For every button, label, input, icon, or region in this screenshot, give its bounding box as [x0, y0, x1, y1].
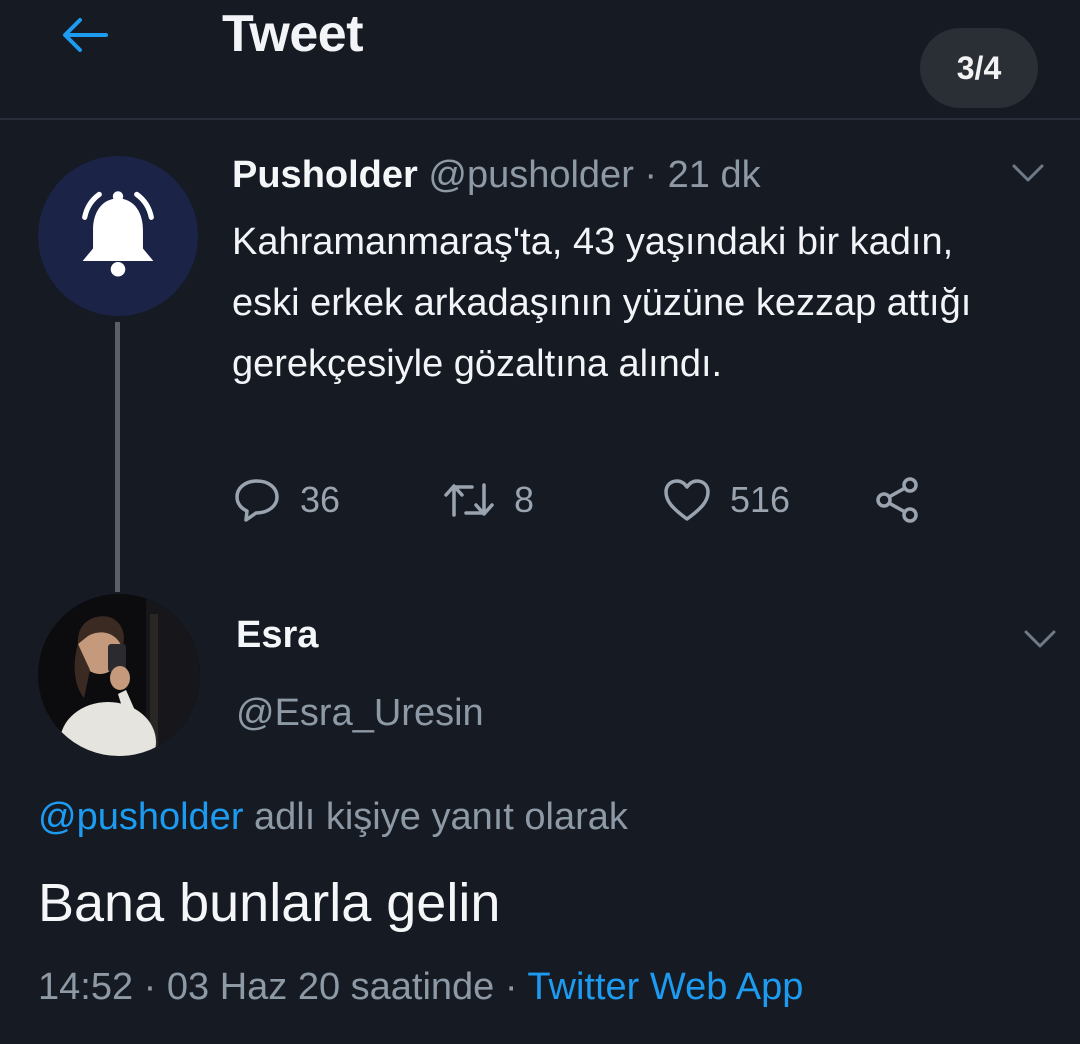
retweet-icon — [444, 483, 494, 517]
bell-icon — [82, 191, 154, 277]
reply-tweet-text: Bana bunlarla gelin — [38, 873, 501, 933]
top-bar: Tweet 3/4 — [0, 0, 1080, 120]
parent-tweet-text: Kahramanmaraş'ta, 43 yaşındaki bir kadın… — [232, 221, 972, 385]
reply-bubble-icon — [235, 479, 279, 522]
like-count: 516 — [730, 479, 791, 520]
retweet-button[interactable]: 8 — [442, 470, 534, 530]
page-title: Tweet — [222, 5, 364, 63]
chevron-down-icon — [1024, 630, 1056, 648]
reply-tweet-footer: 14:52 · 03 Haz 20 saatinde · Twitter Web… — [38, 966, 803, 1009]
reply-author-name[interactable]: Esra — [236, 614, 318, 657]
esra-avatar[interactable] — [38, 594, 200, 756]
meta-separator: · — [644, 154, 658, 196]
back-button[interactable] — [52, 10, 118, 60]
reply-tweet-menu-button[interactable] — [1020, 624, 1060, 654]
reply-timestamp: 14:52 · 03 Haz 20 saatinde — [38, 966, 495, 1008]
parent-author-handle[interactable]: @pusholder — [428, 154, 633, 196]
pusholder-avatar[interactable] — [38, 156, 198, 316]
share-button[interactable] — [872, 470, 924, 530]
share-icon — [876, 477, 918, 523]
thread-connector-line — [115, 322, 120, 592]
parent-author-name[interactable]: Pusholder — [232, 154, 418, 196]
parent-tweet-header: Pusholder @pusholder · 21 dk — [232, 150, 761, 200]
parent-tweet-time: 21 dk — [667, 154, 761, 196]
reply-to-mention-link[interactable]: @pusholder — [38, 796, 243, 838]
heart-icon — [664, 479, 710, 521]
reply-button[interactable]: 36 — [232, 470, 340, 530]
page-indicator-badge: 3/4 — [920, 28, 1038, 108]
parent-tweet-menu-button[interactable] — [1008, 158, 1048, 188]
retweet-count: 8 — [514, 479, 535, 520]
like-button[interactable]: 516 — [662, 470, 790, 530]
parent-tweet-actions: 36 8 516 — [232, 470, 952, 530]
back-arrow-icon — [63, 18, 108, 52]
reply-author-handle[interactable]: @Esra_Uresin — [236, 692, 484, 735]
profile-photo — [38, 594, 200, 756]
footer-separator: · — [494, 966, 528, 1008]
chevron-down-icon — [1012, 164, 1044, 182]
reply-to-label: adlı kişiye yanıt olarak — [243, 796, 628, 838]
reply-count: 36 — [300, 479, 341, 520]
replying-to-line: @pusholder adlı kişiye yanıt olarak — [38, 796, 628, 839]
source-app-link[interactable]: Twitter Web App — [527, 966, 803, 1008]
